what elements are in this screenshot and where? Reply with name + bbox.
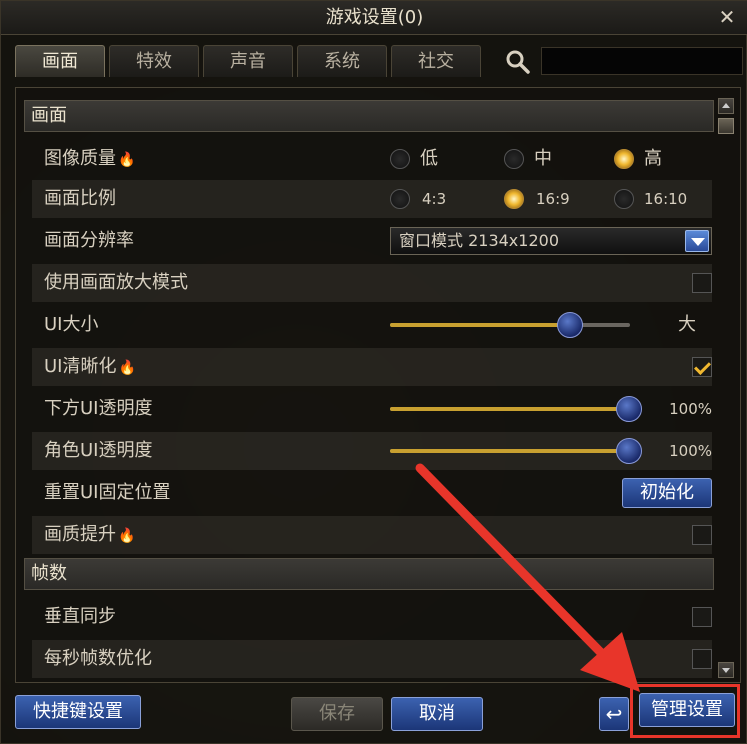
- ui-size-value: 大: [678, 314, 696, 335]
- char-ui-opacity-label: 角色UI透明度: [44, 440, 153, 461]
- zoom-mode-checkbox[interactable]: [692, 273, 712, 293]
- tab-display[interactable]: 画面: [15, 45, 105, 77]
- radio-quality-low-label: 低: [420, 148, 438, 169]
- radio-ratio-4-3[interactable]: [390, 189, 410, 209]
- fps-opt-checkbox[interactable]: [692, 649, 712, 669]
- search-icon[interactable]: [505, 49, 531, 75]
- radio-quality-high[interactable]: [614, 149, 634, 169]
- ui-size-slider[interactable]: [390, 312, 630, 338]
- row-ui-size: UI大小 大: [32, 306, 712, 344]
- hotkey-settings-button[interactable]: 快捷键设置: [15, 695, 141, 729]
- bottom-ui-opacity-label: 下方UI透明度: [44, 398, 153, 419]
- row-reset-ui: 重置UI固定位置 初始化: [32, 474, 712, 512]
- aspect-ratio-label: 画面比例: [44, 188, 116, 209]
- initialize-button[interactable]: 初始化: [622, 478, 712, 508]
- flame-icon: 🔥: [118, 152, 136, 168]
- fps-opt-label: 每秒帧数优化: [44, 648, 152, 669]
- section-header-display: 画面: [24, 100, 714, 132]
- scroll-down-button[interactable]: [718, 662, 734, 678]
- save-button[interactable]: 保存: [291, 697, 383, 731]
- vsync-label: 垂直同步: [44, 606, 116, 627]
- char-ui-opacity-slider-fill: [390, 449, 630, 453]
- window-title: 游戏设置(0): [325, 7, 424, 28]
- radio-quality-mid-label: 中: [534, 148, 552, 169]
- char-ui-opacity-slider[interactable]: [390, 438, 642, 464]
- vsync-checkbox[interactable]: [692, 607, 712, 627]
- title-bar: 游戏设置(0) ✕: [1, 1, 747, 35]
- row-ui-sharpen: UI清晰化 🔥: [32, 348, 712, 386]
- tab-effects[interactable]: 特效: [109, 45, 199, 77]
- resolution-value: 窗口模式 2134x1200: [399, 231, 559, 250]
- row-bottom-ui-opacity: 下方UI透明度 100%: [32, 390, 712, 428]
- row-vsync: 垂直同步: [32, 598, 712, 636]
- row-zoom-mode: 使用画面放大模式: [32, 264, 712, 302]
- flame-icon: 🔥: [118, 528, 136, 544]
- zoom-mode-label: 使用画面放大模式: [44, 272, 188, 293]
- scroll-up-button[interactable]: [718, 98, 734, 114]
- ui-sharpen-checkbox[interactable]: [692, 357, 712, 377]
- char-ui-opacity-value: 100%: [669, 442, 712, 460]
- row-fps-opt: 每秒帧数优化: [32, 640, 712, 678]
- row-aspect-ratio: 画面比例 4:3 16:9 16:10: [32, 180, 712, 218]
- reset-ui-label: 重置UI固定位置: [44, 482, 171, 503]
- radio-quality-high-label: 高: [644, 148, 662, 169]
- flame-icon: 🔥: [118, 360, 136, 376]
- radio-quality-mid[interactable]: [504, 149, 524, 169]
- radio-ratio-16-10[interactable]: [614, 189, 634, 209]
- resolution-label: 画面分辨率: [44, 230, 134, 251]
- row-resolution: 画面分辨率 窗口模式 2134x1200: [32, 222, 712, 260]
- tab-sound[interactable]: 声音: [203, 45, 293, 77]
- radio-ratio-16-9[interactable]: [504, 189, 524, 209]
- chevron-down-icon[interactable]: [685, 230, 709, 252]
- row-quality-boost: 画质提升 🔥: [32, 516, 712, 554]
- highlight-box: [630, 684, 740, 738]
- search-input[interactable]: [541, 47, 743, 75]
- ui-size-slider-fill: [390, 323, 570, 327]
- scrollbar-thumb[interactable]: [718, 118, 734, 134]
- bottom-ui-opacity-slider-thumb[interactable]: [616, 396, 642, 422]
- char-ui-opacity-slider-thumb[interactable]: [616, 438, 642, 464]
- radio-ratio-4-3-label: 4:3: [422, 190, 447, 208]
- quality-boost-checkbox[interactable]: [692, 525, 712, 545]
- close-icon[interactable]: ✕: [716, 6, 738, 28]
- tab-bar: 画面 特效 声音 系统 社交: [15, 45, 481, 79]
- ui-sharpen-label: UI清晰化: [44, 356, 117, 377]
- settings-window: 游戏设置(0) ✕ 画面 特效 声音 系统 社交 画面 图像质量 🔥 低 中 高 …: [0, 0, 747, 744]
- ui-size-label: UI大小: [44, 314, 99, 335]
- row-char-ui-opacity: 角色UI透明度 100%: [32, 432, 712, 470]
- ui-size-slider-thumb[interactable]: [557, 312, 583, 338]
- resolution-dropdown[interactable]: 窗口模式 2134x1200: [390, 227, 712, 255]
- cancel-button[interactable]: 取消: [391, 697, 483, 731]
- image-quality-label: 图像质量: [44, 148, 116, 169]
- quality-boost-label: 画质提升: [44, 524, 116, 545]
- bottom-ui-opacity-value: 100%: [669, 400, 712, 418]
- radio-quality-low[interactable]: [390, 149, 410, 169]
- tab-system[interactable]: 系统: [297, 45, 387, 77]
- row-image-quality: 图像质量 🔥 低 中 高: [32, 140, 712, 178]
- bottom-ui-opacity-slider[interactable]: [390, 396, 642, 422]
- radio-ratio-16-9-label: 16:9: [536, 190, 570, 208]
- settings-panel: 画面 图像质量 🔥 低 中 高 画面比例 4:3 16:9 16:10 画面分辨率…: [15, 87, 741, 683]
- tab-social[interactable]: 社交: [391, 45, 481, 77]
- radio-ratio-16-10-label: 16:10: [644, 190, 688, 208]
- section-header-fps: 帧数: [24, 558, 714, 590]
- bottom-ui-opacity-slider-fill: [390, 407, 630, 411]
- undo-icon[interactable]: ↩: [599, 697, 629, 731]
